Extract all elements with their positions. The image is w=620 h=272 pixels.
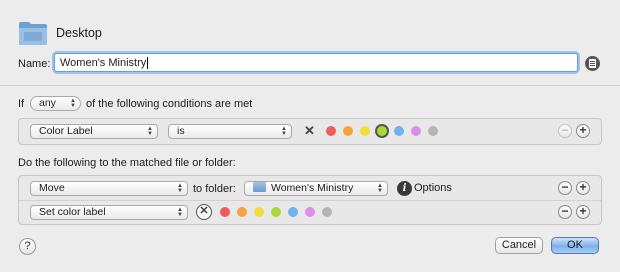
color-label-dot[interactable] bbox=[220, 207, 230, 217]
color-label-dot[interactable] bbox=[360, 126, 370, 136]
actions-heading: Do the following to the matched file or … bbox=[18, 157, 236, 169]
color-label-dot[interactable] bbox=[288, 207, 298, 217]
info-icon[interactable]: i bbox=[397, 181, 412, 196]
folder-icon bbox=[253, 182, 266, 192]
add-condition-button[interactable]: + bbox=[576, 124, 590, 138]
remove-action-button[interactable]: − bbox=[558, 181, 572, 195]
document-info-icon[interactable] bbox=[585, 56, 600, 71]
color-label-dot[interactable] bbox=[375, 124, 389, 138]
chevron-updown-icon: ▲ ▼ bbox=[281, 126, 287, 137]
folder-icon bbox=[18, 20, 48, 46]
target-folder-select[interactable]: Women's Ministry ▲ ▼ bbox=[244, 181, 388, 196]
name-field[interactable]: Women's Ministry bbox=[54, 53, 578, 72]
conditions-suffix: of the following conditions are met bbox=[86, 98, 253, 110]
condition-operator-select[interactable]: is ▲ ▼ bbox=[168, 124, 292, 139]
chevron-updown-icon: ▲ ▼ bbox=[147, 126, 153, 137]
to-folder-label: to folder: bbox=[193, 183, 236, 195]
condition-attribute-value: Color Label bbox=[39, 125, 93, 137]
options-link[interactable]: Options bbox=[414, 182, 452, 194]
add-action-button[interactable]: + bbox=[576, 181, 590, 195]
set-label-action-select[interactable]: Set color label ▲ ▼ bbox=[30, 205, 188, 220]
chevron-updown-icon: ▲ ▼ bbox=[70, 98, 76, 109]
name-label: Name: bbox=[18, 58, 51, 70]
no-label-x-icon[interactable]: ✕ bbox=[304, 123, 315, 139]
color-label-dot[interactable] bbox=[411, 126, 421, 136]
color-label-dot[interactable] bbox=[305, 207, 315, 217]
condition-operator-value: is bbox=[177, 125, 185, 137]
row-divider bbox=[19, 200, 601, 201]
color-label-dot[interactable] bbox=[394, 126, 404, 136]
color-label-dot[interactable] bbox=[428, 126, 438, 136]
color-label-dot[interactable] bbox=[343, 126, 353, 136]
cancel-button[interactable]: Cancel bbox=[495, 237, 543, 254]
move-action-value: Move bbox=[39, 182, 65, 194]
clear-label-icon[interactable]: ✕ bbox=[196, 204, 212, 220]
ok-button[interactable]: OK bbox=[551, 237, 599, 254]
condition-attribute-select[interactable]: Color Label ▲ ▼ bbox=[30, 124, 158, 139]
set-label-action-value: Set color label bbox=[39, 206, 106, 218]
color-label-dot[interactable] bbox=[322, 207, 332, 217]
color-label-dot[interactable] bbox=[326, 126, 336, 136]
match-selector[interactable]: any ▲ ▼ bbox=[30, 96, 81, 111]
remove-condition-button[interactable]: − bbox=[558, 124, 572, 138]
add-action-button[interactable]: + bbox=[576, 205, 590, 219]
remove-action-button[interactable]: − bbox=[558, 205, 572, 219]
match-selector-value: any bbox=[39, 97, 56, 109]
if-label: If bbox=[18, 98, 25, 110]
chevron-updown-icon: ▲ ▼ bbox=[177, 183, 183, 194]
divider bbox=[0, 85, 620, 86]
color-label-dot[interactable] bbox=[254, 207, 264, 217]
color-label-dot[interactable] bbox=[271, 207, 281, 217]
help-button[interactable]: ? bbox=[19, 238, 36, 255]
chevron-updown-icon: ▲ ▼ bbox=[377, 183, 383, 194]
color-label-dot[interactable] bbox=[237, 207, 247, 217]
chevron-updown-icon: ▲ ▼ bbox=[177, 207, 183, 218]
move-action-select[interactable]: Move ▲ ▼ bbox=[30, 181, 188, 196]
target-folder-value: Women's Ministry bbox=[271, 182, 354, 194]
window-title: Desktop bbox=[56, 26, 102, 40]
